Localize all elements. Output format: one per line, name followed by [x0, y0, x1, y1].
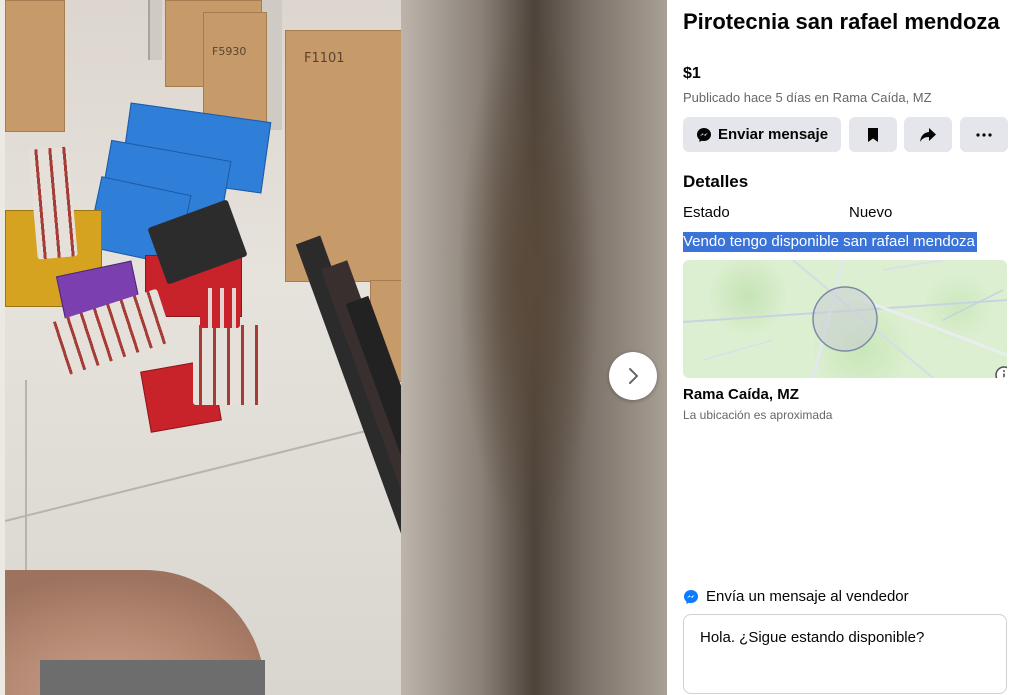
carton-label: F5930: [212, 45, 247, 58]
firework-bundle: [28, 146, 78, 260]
message-input[interactable]: Hola. ¿Sigue estando disponible?: [683, 614, 1007, 694]
seller-message-label: Envía un mensaje al vendedor: [706, 588, 909, 605]
condition-label: Estado: [683, 204, 730, 221]
firework-bundle: [193, 325, 263, 405]
listing-details-panel: Pirotecnia san rafael mendoza $1 Publica…: [667, 0, 1024, 695]
location-approx-note: La ubicación es aproximada: [683, 408, 833, 422]
more-options-button[interactable]: [960, 117, 1008, 152]
person-pants: [40, 660, 265, 695]
messenger-icon: [683, 589, 699, 605]
condition-value: Nuevo: [849, 204, 893, 221]
share-icon: [919, 127, 937, 143]
location-map[interactable]: [683, 260, 1007, 378]
shelf-post: [148, 0, 162, 60]
posted-info[interactable]: Publicado hace 5 días en Rama Caída, MZ: [683, 90, 932, 105]
media-viewer: F5930 F1101: [0, 0, 667, 695]
blurred-photo-background: [401, 0, 667, 695]
carton-label: F1101: [304, 51, 345, 66]
messenger-icon: [696, 127, 712, 143]
next-photo-button[interactable]: [609, 352, 657, 400]
listing-price: $1: [683, 65, 701, 82]
save-button[interactable]: [849, 117, 897, 152]
floor-tile-line: [5, 424, 390, 522]
share-button[interactable]: [904, 117, 952, 152]
bookmark-icon: [866, 127, 880, 143]
firework-bundle: [200, 288, 240, 328]
listing-title: Pirotecnia san rafael mendoza: [683, 9, 1000, 34]
seller-message-heading: Envía un mensaje al vendedor: [683, 588, 909, 605]
map-graphics: [683, 260, 1007, 378]
carton-box: F5930: [203, 12, 267, 129]
details-heading: Detalles: [683, 172, 749, 191]
more-icon: [976, 132, 992, 137]
send-message-label: Enviar mensaje: [717, 126, 829, 143]
location-name: Rama Caída, MZ: [683, 386, 799, 403]
send-message-button[interactable]: Enviar mensaje: [683, 117, 841, 152]
listing-description: Vendo tengo disponible san rafael mendoz…: [683, 232, 977, 252]
carton-box: [5, 0, 65, 132]
chevron-right-icon: [623, 366, 643, 386]
